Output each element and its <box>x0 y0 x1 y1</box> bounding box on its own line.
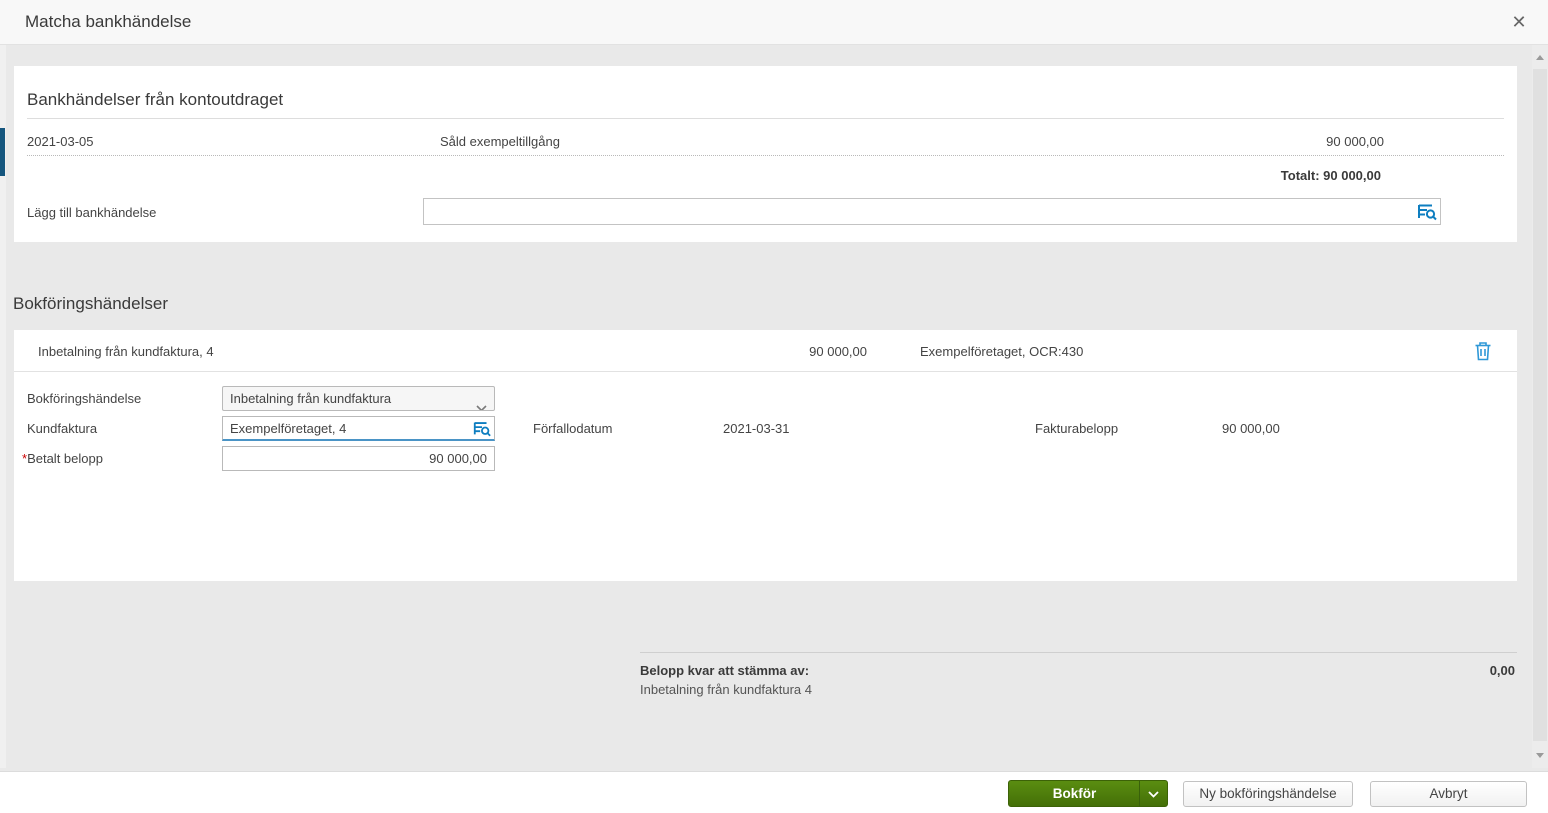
paid-amount-input[interactable] <box>222 446 495 471</box>
bank-section-title: Bankhändelser från kontoutdraget <box>27 90 283 110</box>
remaining-amount-detail: Inbetalning från kundfaktura 4 <box>640 682 812 697</box>
matcha-bankhandelse-dialog: Matcha bankhändelse ✕ Bankhändelser från… <box>0 0 1548 813</box>
booking-entry-amount: 90 000,00 <box>674 344 867 359</box>
new-booking-button[interactable]: Ny bokföringshändelse <box>1183 781 1353 807</box>
scrollbar-thumb[interactable] <box>1533 69 1547 741</box>
booking-entry-title: Inbetalning från kundfaktura, 4 <box>38 344 214 359</box>
due-date-value: 2021-03-31 <box>723 421 790 436</box>
book-dropdown-toggle[interactable] <box>1139 781 1167 806</box>
booking-type-value: Inbetalning från kundfaktura <box>230 391 391 406</box>
customer-invoice-input[interactable] <box>222 416 495 441</box>
scroll-up-icon[interactable] <box>1536 55 1544 60</box>
close-icon[interactable]: ✕ <box>1507 10 1531 34</box>
booking-section-title: Bokföringshändelser <box>13 294 168 314</box>
book-split-button[interactable]: Bokför <box>1008 780 1168 807</box>
add-bank-event-label: Lägg till bankhändelse <box>27 205 156 220</box>
invoice-amount-label: Fakturabelopp <box>1035 421 1118 436</box>
dotted-divider <box>27 155 1504 156</box>
lookup-icon[interactable] <box>472 419 492 438</box>
divider <box>27 118 1504 119</box>
background-sidebar-highlight <box>0 128 5 176</box>
booking-type-select[interactable]: Inbetalning från kundfaktura <box>222 386 495 411</box>
dialog-titlebar: Matcha bankhändelse ✕ <box>0 0 1548 45</box>
book-button[interactable]: Bokför <box>1009 781 1140 806</box>
add-bank-event-field <box>423 198 1441 225</box>
dialog-title: Matcha bankhändelse <box>25 12 191 32</box>
vertical-scrollbar[interactable] <box>1532 45 1548 768</box>
add-bank-event-input[interactable] <box>424 199 1414 224</box>
customer-invoice-label: Kundfaktura <box>27 421 97 436</box>
bank-event-date: 2021-03-05 <box>27 134 94 149</box>
lookup-icon[interactable] <box>1416 201 1438 222</box>
remaining-amount-label: Belopp kvar att stämma av: <box>640 663 809 678</box>
delete-icon[interactable] <box>1474 341 1492 361</box>
bank-events-panel: Bankhändelser från kontoutdraget 2021-03… <box>14 66 1517 242</box>
due-date-label: Förfallodatum <box>533 421 612 436</box>
summary-divider <box>640 652 1517 653</box>
booking-entry-row: Inbetalning från kundfaktura, 4 90 000,0… <box>14 330 1517 372</box>
bank-event-amount: 90 000,00 <box>1326 134 1384 149</box>
booking-type-label: Bokföringshändelse <box>27 391 141 406</box>
chevron-down-icon <box>476 396 487 411</box>
bank-event-description: Såld exempeltillgång <box>440 134 560 149</box>
invoice-amount-value: 90 000,00 <box>1222 421 1280 436</box>
dialog-footer: Bokför Ny bokföringshändelse Avbryt <box>0 771 1548 813</box>
paid-amount-label: *Betalt belopp <box>22 451 103 466</box>
cancel-button[interactable]: Avbryt <box>1370 781 1527 807</box>
bank-total: Totalt: 90 000,00 <box>1281 168 1381 183</box>
booking-entry-reference: Exempelföretaget, OCR:430 <box>920 344 1083 359</box>
booking-events-panel: Inbetalning från kundfaktura, 4 90 000,0… <box>14 330 1517 581</box>
remaining-amount-value: 0,00 <box>1490 663 1515 678</box>
scroll-down-icon[interactable] <box>1536 753 1544 758</box>
